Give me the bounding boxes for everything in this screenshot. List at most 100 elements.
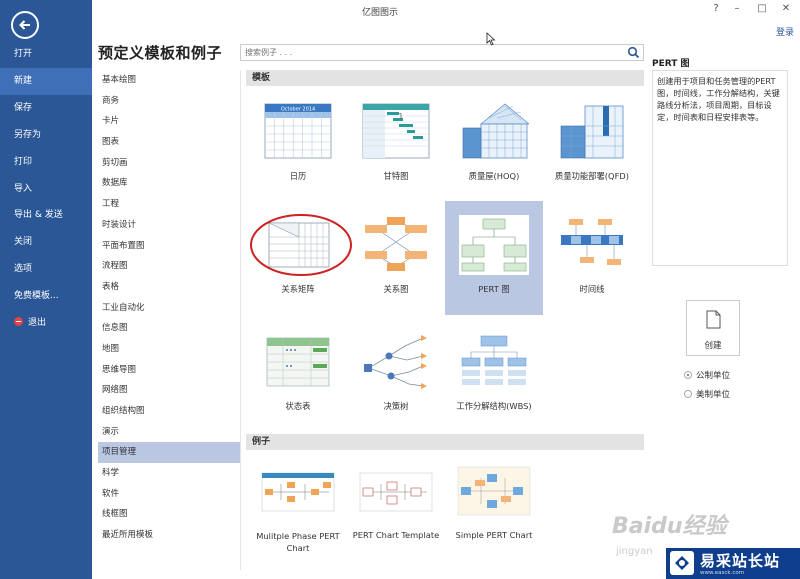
example-label: Simple PERT Chart (455, 530, 533, 540)
metric-units-option[interactable]: 公制单位 (684, 369, 730, 381)
template-label: 状态表 (285, 401, 311, 411)
category-item[interactable]: 软件 (98, 484, 240, 505)
left-nav: 打开 新建 保存 另存为 打印 导入 导出 & 发送 关闭 选项 免费模板...… (0, 0, 92, 579)
close-icon[interactable]: ✕ (779, 3, 793, 14)
example-thumbnail-icon (457, 466, 531, 516)
category-item[interactable]: 工业自动化 (98, 298, 240, 319)
nav-close[interactable]: 关闭 (0, 229, 92, 256)
detail-description: 创建用于项目和任务管理的PERT图，时间线，工作分解结构，关键路线分析法，项目周… (652, 70, 788, 266)
category-item[interactable]: 剪切画 (98, 153, 240, 174)
minimize-icon[interactable]: – (730, 3, 744, 14)
category-item[interactable]: 平面布置图 (98, 236, 240, 257)
nav-exit-label: 退出 (28, 318, 47, 328)
annotation-circle-icon (250, 214, 352, 276)
brand-name: 易采站长站 (700, 552, 781, 570)
category-item[interactable]: 最近所用模板 (98, 525, 240, 546)
jingyan-watermark: jingyan (616, 546, 653, 557)
template-decision-tree[interactable]: 决策树 (347, 320, 445, 430)
category-item[interactable]: 基本绘图 (98, 70, 240, 91)
mouse-cursor-icon (486, 32, 496, 46)
category-item[interactable]: 数据库 (98, 173, 240, 194)
category-item[interactable]: 图表 (98, 132, 240, 153)
radio-unselected-icon[interactable] (684, 390, 692, 398)
exit-icon (14, 317, 23, 326)
template-gantt[interactable]: 甘特图 (347, 88, 445, 198)
category-item[interactable]: 工程 (98, 194, 240, 215)
template-hoq[interactable]: 质量屋(HOQ) (445, 88, 543, 198)
detail-title: PERT 图 (652, 59, 690, 69)
new-document-icon (706, 310, 721, 329)
nav-save[interactable]: 保存 (0, 95, 92, 122)
nav-new[interactable]: 新建 (0, 68, 92, 95)
us-units-option[interactable]: 美制单位 (684, 388, 730, 400)
calendar-thumb-title: October 2014 (281, 107, 315, 113)
search-box (240, 44, 644, 61)
page-title: 预定义模板和例子 (98, 44, 223, 62)
category-item[interactable]: 商务 (98, 91, 240, 112)
nav-open[interactable]: 打开 (0, 41, 92, 68)
category-item[interactable]: 网络图 (98, 380, 240, 401)
example-pert-chart-template[interactable]: PERT Chart Template (347, 454, 445, 564)
template-pert[interactable]: PERT 图 (445, 201, 543, 315)
example-multiple-phase-pert[interactable]: Mulitple Phase PERT Chart (249, 454, 347, 564)
example-simple-pert-chart[interactable]: Simple PERT Chart (445, 454, 543, 564)
nav-exit[interactable]: 退出 (0, 310, 92, 337)
qfd-thumbnail-icon (560, 105, 624, 159)
metric-units-label: 公制单位 (696, 371, 731, 381)
templates-section-header: 模板 (246, 70, 644, 86)
brand-watermark: 易采站长站 www.easck.com (666, 548, 800, 579)
template-relation-diagram[interactable]: 关系图 (347, 201, 445, 315)
category-item[interactable]: 线框图 (98, 504, 240, 525)
back-button[interactable] (11, 11, 39, 39)
login-link[interactable]: 登录 (776, 25, 794, 38)
template-relation-matrix[interactable]: 关系矩阵 (249, 201, 352, 315)
nav-options[interactable]: 选项 (0, 256, 92, 283)
category-item[interactable]: 流程图 (98, 256, 240, 277)
maximize-icon[interactable]: □ (755, 3, 769, 14)
nav-save-as[interactable]: 另存为 (0, 122, 92, 149)
wbs-thumbnail-icon (461, 335, 527, 385)
radio-selected-icon[interactable] (684, 371, 692, 379)
decision-tree-thumbnail-icon (364, 335, 427, 389)
nav-import[interactable]: 导入 (0, 176, 92, 203)
template-wbs[interactable]: 工作分解结构(WBS) (445, 320, 543, 430)
help-icon[interactable]: ? (709, 3, 723, 14)
category-item[interactable]: 表格 (98, 277, 240, 298)
template-label: 甘特图 (383, 171, 409, 181)
category-item[interactable]: 信息图 (98, 318, 240, 339)
category-item[interactable]: 时装设计 (98, 215, 240, 236)
template-qfd[interactable]: 质量功能部署(QFD) (543, 88, 641, 198)
category-item[interactable]: 项目管理 (98, 442, 240, 464)
example-thumbnail-icon (261, 472, 335, 512)
search-input[interactable] (241, 45, 621, 60)
category-item[interactable]: 思维导图 (98, 360, 240, 381)
category-item[interactable]: 组织结构图 (98, 401, 240, 422)
template-label: 工作分解结构(WBS) (456, 401, 532, 411)
nav-free-templates[interactable]: 免费模板... (0, 283, 92, 310)
template-label: 质量功能部署(QFD) (555, 171, 629, 181)
template-label: 关系矩阵 (281, 284, 315, 294)
brand-url: www.easck.com (700, 570, 745, 576)
template-calendar[interactable]: October 2014 日历 (249, 88, 347, 198)
calendar-thumbnail-icon: October 2014 (264, 103, 332, 159)
category-item[interactable]: 演示 (98, 422, 240, 443)
category-item[interactable]: 卡片 (98, 111, 240, 132)
house-of-quality-thumbnail-icon (462, 103, 529, 159)
baidu-watermark: Baidu经验 (612, 514, 727, 539)
template-label: 时间线 (579, 284, 605, 294)
template-timeline[interactable]: 时间线 (543, 201, 641, 315)
nav-export-send[interactable]: 导出 & 发送 (0, 202, 92, 229)
template-state-table[interactable]: 状态表 (249, 320, 347, 430)
category-item[interactable]: 地图 (98, 339, 240, 360)
template-label: 决策树 (383, 401, 409, 411)
create-button[interactable]: 创建 (686, 300, 740, 356)
nav-print[interactable]: 打印 (0, 149, 92, 176)
example-label: Mulitple Phase PERT Chart (256, 531, 340, 553)
template-label: 质量屋(HOQ) (468, 171, 520, 181)
us-units-label: 美制单位 (696, 390, 731, 400)
search-icon[interactable] (627, 46, 640, 59)
category-item[interactable]: 科学 (98, 463, 240, 484)
gantt-thumbnail-icon (362, 103, 430, 159)
back-arrow-icon (19, 20, 30, 30)
template-label: 日历 (289, 171, 307, 181)
